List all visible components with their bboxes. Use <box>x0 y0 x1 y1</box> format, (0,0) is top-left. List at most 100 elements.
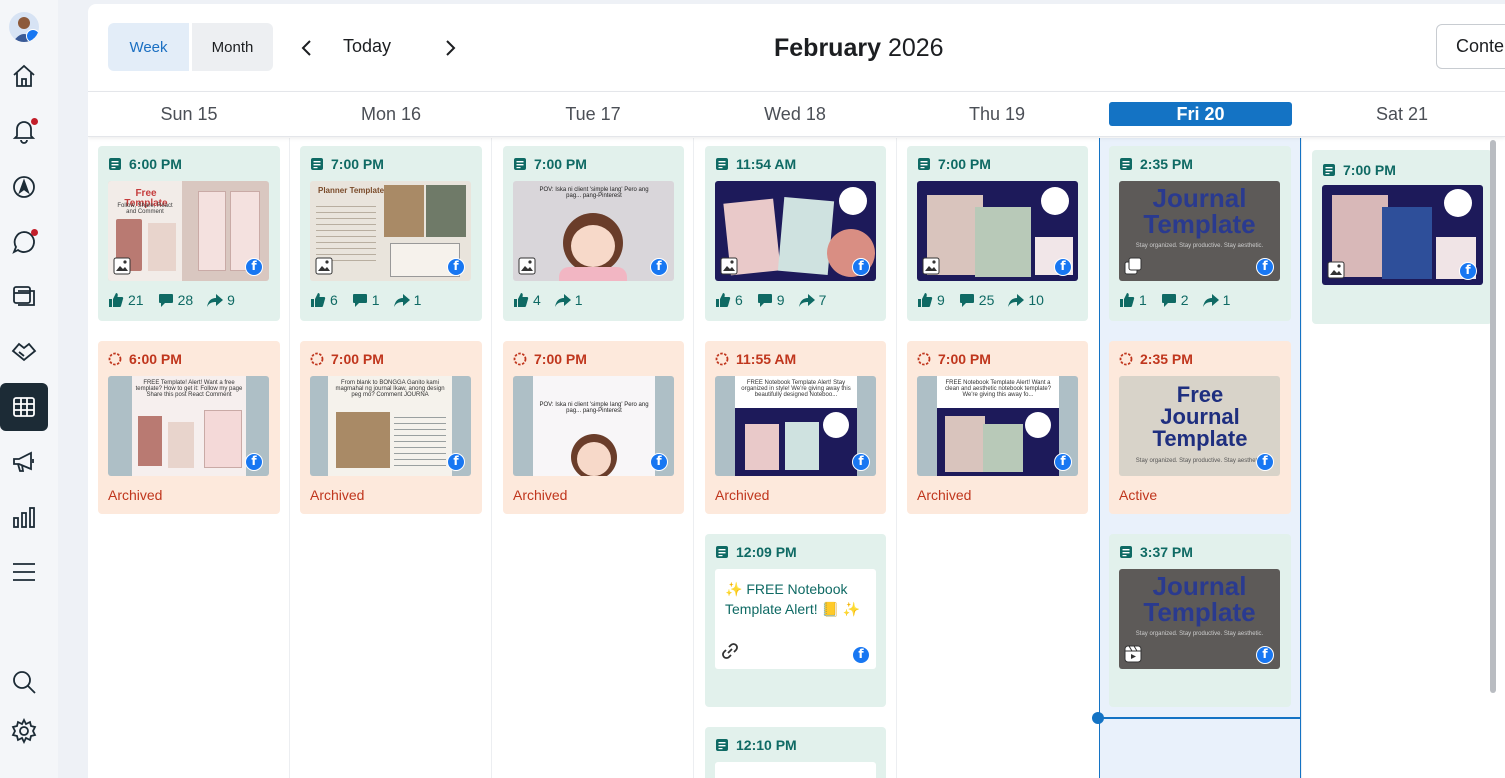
menu-icon[interactable] <box>0 548 48 596</box>
text-post-preview[interactable] <box>715 762 876 778</box>
shares-count: 1 <box>574 292 583 308</box>
post-thumbnail[interactable]: Free Template Follow, Share, React and C… <box>108 181 269 281</box>
text-post-preview[interactable]: ✨ FREE Notebook Template Alert! 📒 ✨ f <box>715 569 876 669</box>
week-view-button[interactable]: Week <box>108 23 189 71</box>
likes-stat: 1 <box>1119 292 1147 308</box>
story-ring-icon <box>1119 352 1133 366</box>
post-time: 11:54 AM <box>715 156 796 172</box>
story-thumbnail[interactable]: Free Journal Template Stay organized. St… <box>1119 376 1280 476</box>
chat-icon[interactable] <box>0 218 48 266</box>
post-card-wed[interactable]: 11:54 AM f 6 9 7 <box>705 146 886 321</box>
story-thumbnail[interactable]: From blank to BONGGA Ganito kami magmaha… <box>310 376 471 476</box>
story-time: 7:00 PM <box>310 351 384 367</box>
notebook-shape <box>975 207 1031 277</box>
engagement-stats: 21 28 9 <box>108 292 249 308</box>
handshake-icon[interactable] <box>0 327 48 375</box>
notebook-shape <box>785 422 819 470</box>
likes-stat: 9 <box>917 292 945 308</box>
share-icon <box>393 294 410 307</box>
day-header-mon: Mon 16 <box>360 104 422 124</box>
thumb-subtitle: Stay organized. Stay productive. Stay ae… <box>1135 631 1264 637</box>
shares-stat: 7 <box>798 292 826 308</box>
story-thumbnail[interactable]: FREE Template! Alert! Want a free templa… <box>108 376 269 476</box>
bell-icon[interactable] <box>0 107 48 155</box>
post-card-sun[interactable]: 6:00 PM Free Template Follow, Share, Rea… <box>98 146 280 321</box>
search-icon[interactable] <box>0 658 48 706</box>
pages-icon[interactable] <box>0 272 48 320</box>
post-thumbnail[interactable]: Planner Template f <box>310 181 471 281</box>
next-week-chevron-icon[interactable] <box>440 34 462 62</box>
bar-chart-icon[interactable] <box>0 493 48 541</box>
shares-stat: 1 <box>1202 292 1231 308</box>
story-card-thu[interactable]: 7:00 PM FREE Notebook Template Alert! Wa… <box>907 341 1088 514</box>
story-thumbnail[interactable]: FREE Notebook Template Alert! Stay organ… <box>715 376 876 476</box>
comment-icon <box>959 294 974 307</box>
share-icon <box>207 294 224 307</box>
post-card-wed-text[interactable]: 12:09 PM ✨ FREE Notebook Template Alert!… <box>705 534 886 707</box>
gear-icon[interactable] <box>0 707 48 755</box>
story-card-wed[interactable]: 11:55 AM FREE Notebook Template Alert! S… <box>705 341 886 514</box>
previous-week-chevron-icon[interactable] <box>295 34 317 62</box>
comments-stat: 1 <box>352 292 380 308</box>
column-divider <box>289 138 290 778</box>
engagement-stats: 6 9 7 <box>715 292 840 308</box>
month-view-button[interactable]: Month <box>192 23 273 71</box>
day-header-fri-today[interactable]: Fri 20 <box>1109 102 1292 126</box>
compass-icon[interactable] <box>0 163 48 211</box>
post-time: 7:00 PM <box>310 156 384 172</box>
story-card-mon[interactable]: 7:00 PM From blank to BONGGA Ganito kami… <box>300 341 482 514</box>
likes-stat: 6 <box>310 292 338 308</box>
story-status: Archived <box>917 487 972 503</box>
post-time: 2:35 PM <box>1119 156 1193 172</box>
post-card-tue[interactable]: 7:00 PM POV: Iska ni client 'simple lang… <box>503 146 684 321</box>
day-header-row: Sun 15 Mon 16 Tue 17 Wed 18 Thu 19 Fri 2… <box>88 91 1505 137</box>
post-thumbnail[interactable]: f <box>917 181 1078 281</box>
year: 2026 <box>887 34 944 62</box>
comment-icon <box>757 294 772 307</box>
planner-shape <box>148 223 176 271</box>
likes-stat: 21 <box>108 292 144 308</box>
home-icon[interactable] <box>0 52 48 100</box>
profile-avatar[interactable] <box>9 12 39 42</box>
feed-post-icon <box>109 158 121 170</box>
post-card-mon[interactable]: 7:00 PM Planner Template f 6 1 1 <box>300 146 482 321</box>
megaphone-icon[interactable] <box>0 438 48 486</box>
page-shape <box>204 410 242 468</box>
post-time: 3:37 PM <box>1119 544 1193 560</box>
comment-icon <box>1161 294 1176 307</box>
comments-count: 25 <box>978 292 995 308</box>
photo-type-icon <box>315 257 333 275</box>
post-time-text: 6:00 PM <box>129 156 182 172</box>
story-card-sun[interactable]: 6:00 PM FREE Template! Alert! Want a fre… <box>98 341 280 514</box>
post-thumbnail[interactable]: f <box>715 181 876 281</box>
like-icon <box>918 293 933 307</box>
facebook-icon: f <box>1256 258 1274 276</box>
vertical-scrollbar[interactable] <box>1490 140 1496 693</box>
shares-count: 1 <box>1222 292 1231 308</box>
notebook-shape <box>777 196 835 276</box>
content-button[interactable]: Conte <box>1436 24 1505 69</box>
post-card-fri[interactable]: 2:35 PM Journal Template Stay organized.… <box>1109 146 1291 321</box>
story-time-text: 7:00 PM <box>331 351 384 367</box>
story-time: 11:55 AM <box>715 351 796 367</box>
story-card-tue[interactable]: 7:00 PM POV: Iska ni client 'simple lang… <box>503 341 684 514</box>
post-time: 7:00 PM <box>1322 162 1396 178</box>
reel-thumbnail[interactable]: Journal Template Stay organized. Stay pr… <box>1119 569 1280 669</box>
post-card-thu[interactable]: 7:00 PM f 9 25 10 <box>907 146 1088 321</box>
post-card-sat[interactable]: 7:00 PM f <box>1312 150 1492 324</box>
story-time: 7:00 PM <box>917 351 991 367</box>
calendar-grid-icon[interactable] <box>0 383 48 431</box>
post-card-fri-reel[interactable]: 3:37 PM Journal Template Stay organized.… <box>1109 534 1291 707</box>
post-thumbnail[interactable]: POV: Iska ni client 'simple lang' Pero a… <box>513 181 674 281</box>
post-card-wed-text-2[interactable]: 12:10 PM <box>705 727 886 778</box>
story-thumbnail[interactable]: POV: Iska ni client 'simple lang' Pero a… <box>513 376 674 476</box>
logo-circle <box>823 412 849 438</box>
post-thumbnail[interactable]: Journal Template Stay organized. Stay pr… <box>1119 181 1280 281</box>
day-header-sun: Sun 15 <box>160 104 218 124</box>
post-thumbnail[interactable]: f <box>1322 185 1483 285</box>
story-thumbnail[interactable]: FREE Notebook Template Alert! Want a cle… <box>917 376 1078 476</box>
today-button[interactable]: Today <box>343 36 391 57</box>
post-time: 12:09 PM <box>715 544 797 560</box>
story-card-fri[interactable]: 2:35 PM Free Journal Template Stay organ… <box>1109 341 1291 514</box>
collage-shape <box>426 185 466 237</box>
